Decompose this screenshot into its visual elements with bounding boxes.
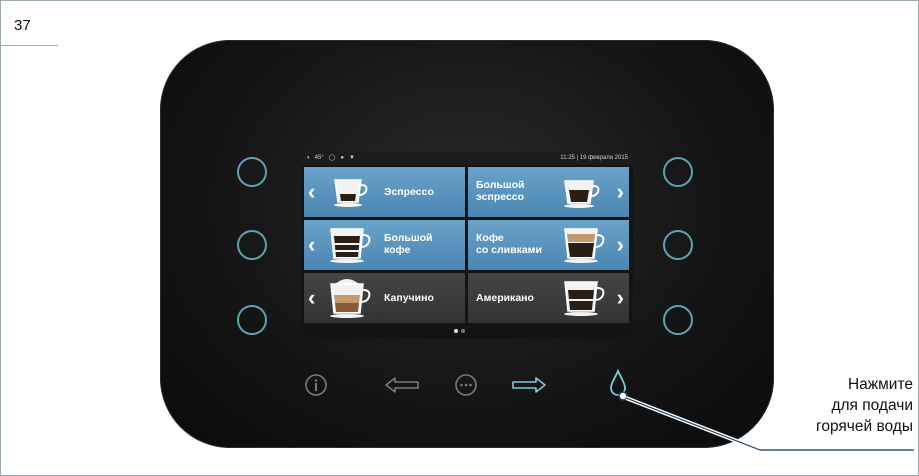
callout-line2: для подачи [831, 397, 913, 414]
callout-leader-line [618, 391, 914, 452]
callout-line1: Нажмите [847, 376, 913, 393]
callout-text: Нажмите для подачи горячей воды [816, 374, 913, 437]
callout-line3: горячей воды [816, 418, 913, 435]
